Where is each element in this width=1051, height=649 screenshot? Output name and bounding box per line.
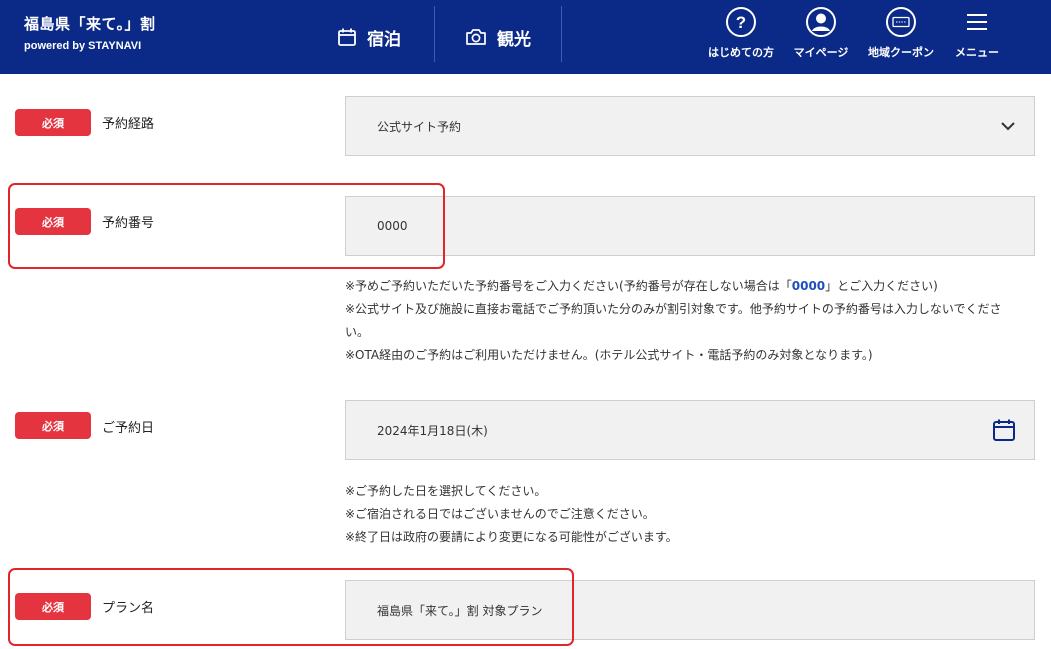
reservation-number-input[interactable]: 0000 — [345, 196, 1035, 256]
reservation-number-notes: ※予めご予約いただいた予約番号をご入力ください(予約番号が存在しない場合は「00… — [345, 275, 1045, 367]
route-select-value: 公式サイト予約 — [377, 119, 462, 134]
user-icon — [806, 7, 836, 37]
route-select[interactable]: 公式サイト予約 — [345, 96, 1035, 156]
brand-title: 福島県「来て。」割 — [24, 15, 156, 33]
note-line: い。 — [345, 325, 370, 339]
highlight-box — [8, 183, 445, 269]
required-badge: 必須 — [15, 412, 91, 439]
svg-text:?: ? — [736, 13, 746, 32]
highlight-box — [8, 568, 574, 646]
note-line: ※公式サイト及び施設に直接お電話でご予約頂いた分のみが割引対象です。他予約サイト… — [345, 302, 1002, 316]
first-time-button[interactable]: ? はじめての方 — [701, 6, 781, 60]
menu-button[interactable]: メニュー — [937, 6, 1017, 60]
reservation-date-value: 2024年1月18日(木) — [377, 423, 488, 438]
reservation-date-notes: ※ご予約した日を選択してください。 ※ご宿泊される日ではございませんのでご注意く… — [345, 480, 1045, 549]
route-label: 予約経路 — [102, 117, 155, 132]
tab-sightseeing[interactable]: 観光 — [465, 0, 531, 74]
note-line: ※ご宿泊される日ではございませんのでご注意ください。 — [345, 507, 655, 521]
mypage-label: マイページ — [793, 46, 849, 59]
menu-label: メニュー — [955, 46, 999, 59]
brand-logo[interactable]: 福島県「来て。」割 powered by STAYNAVI — [24, 13, 156, 52]
camera-icon — [466, 29, 486, 45]
site-header: 福島県「来て。」割 powered by STAYNAVI 宿泊 観光 ? はじ… — [0, 0, 1051, 74]
note-line: ※ご予約した日を選択してください。 — [345, 484, 547, 498]
calendar-icon — [338, 28, 356, 46]
help-icon: ? — [726, 7, 756, 37]
tab-stay[interactable]: 宿泊 — [337, 0, 401, 74]
example-number: 0000 — [791, 279, 826, 293]
required-badge: 必須 — [15, 109, 91, 136]
calendar-icon[interactable] — [992, 418, 1016, 442]
coupon-button[interactable]: 地域クーポン — [861, 6, 941, 60]
mypage-button[interactable]: マイページ — [781, 6, 861, 60]
tab-stay-label: 宿泊 — [367, 29, 401, 50]
coupon-label: 地域クーポン — [868, 46, 934, 59]
note-line: ※予めご予約いただいた予約番号をご入力ください(予約番号が存在しない場合は「00… — [345, 279, 938, 293]
first-time-label: はじめての方 — [708, 46, 774, 59]
reservation-date-input[interactable]: 2024年1月18日(木) — [345, 400, 1035, 460]
nav-divider — [561, 6, 562, 62]
chevron-down-icon — [1001, 122, 1015, 131]
note-line: ※終了日は政府の要請により変更になる可能性がございます。 — [345, 530, 678, 544]
coupon-icon — [886, 7, 916, 37]
reservation-date-label: ご予約日 — [102, 421, 155, 436]
note-line: ※OTA経由のご予約はご利用いただけません。(ホテル公式サイト・電話予約のみ対象… — [345, 348, 873, 362]
hamburger-menu-icon — [967, 14, 987, 30]
tab-sightseeing-label: 観光 — [497, 29, 531, 50]
nav-divider — [434, 6, 435, 62]
brand-subtitle: powered by STAYNAVI — [24, 40, 142, 52]
